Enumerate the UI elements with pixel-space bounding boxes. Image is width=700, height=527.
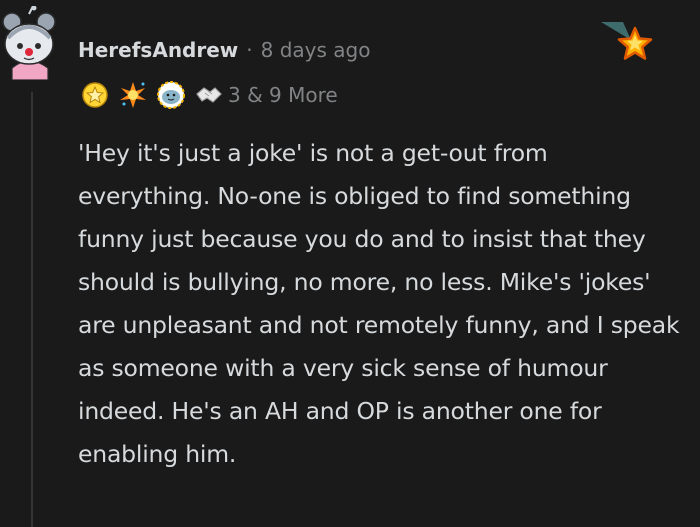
award-count: 3 & 9 More bbox=[228, 83, 338, 107]
separator-dot: · bbox=[246, 38, 253, 62]
handshake-award-icon bbox=[196, 87, 222, 103]
username-link[interactable]: HerefsAndrew bbox=[78, 38, 238, 62]
comment-body: 'Hey it's just a joke' is not a get-out … bbox=[78, 139, 680, 468]
avatar[interactable] bbox=[2, 6, 60, 80]
timestamp[interactable]: 8 days ago bbox=[261, 38, 371, 62]
comment-header: HerefsAndrew · 8 days ago bbox=[78, 38, 370, 62]
thread-line[interactable] bbox=[31, 92, 33, 527]
starburst-award-icon bbox=[120, 82, 146, 108]
wholesome-seal-award-icon bbox=[157, 81, 185, 109]
give-award-button[interactable] bbox=[601, 22, 655, 68]
comment: HerefsAndrew · 8 days ago 3 & 9 More 'He… bbox=[0, 0, 700, 527]
gold-badge-icon bbox=[82, 82, 108, 108]
awards-row[interactable]: 3 & 9 More bbox=[80, 78, 338, 112]
